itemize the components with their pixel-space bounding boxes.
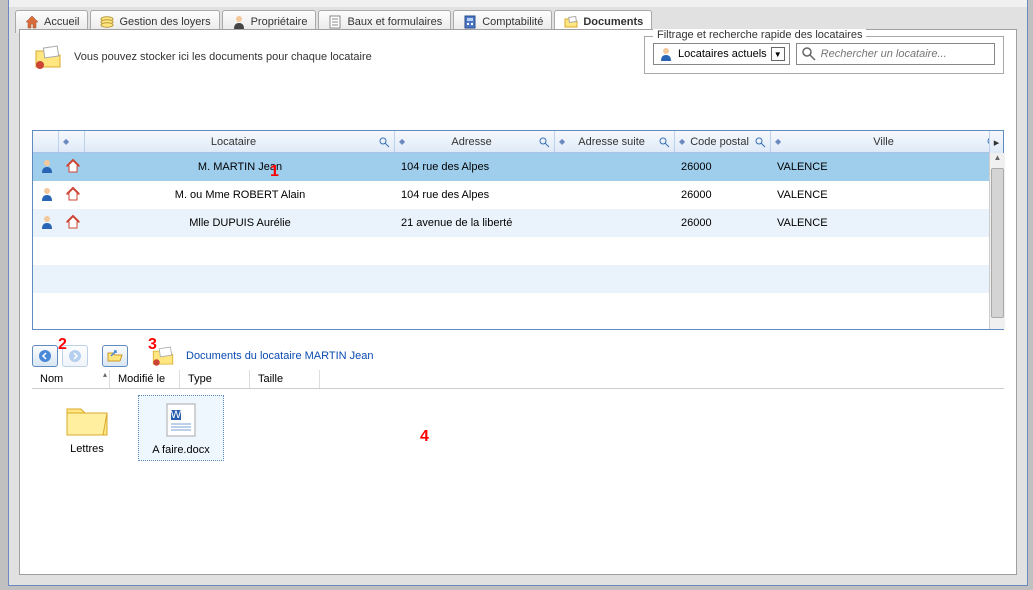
- chevron-down-icon: ▼: [771, 47, 785, 61]
- folder-docs-icon: [32, 41, 64, 73]
- file-item-docx[interactable]: W A faire.docx: [138, 395, 224, 461]
- arrow-left-icon: [37, 348, 53, 364]
- folder-icon: [63, 399, 111, 439]
- col-icon2[interactable]: ◆: [59, 131, 85, 152]
- search-box[interactable]: [796, 43, 995, 65]
- search-icon[interactable]: [538, 136, 550, 148]
- search-icon[interactable]: [378, 136, 390, 148]
- scroll-up-icon[interactable]: ▲: [990, 153, 1005, 167]
- tab-label: Gestion des loyers: [119, 16, 210, 28]
- filter-title: Filtrage et recherche rapide des locatai…: [653, 29, 866, 41]
- arrow-right-icon: [67, 348, 83, 364]
- search-icon[interactable]: [658, 136, 670, 148]
- table-row[interactable]: M. ou Mme ROBERT Alain 104 rue des Alpes…: [33, 181, 1003, 209]
- home-icon: [24, 14, 40, 30]
- menubar: [9, 0, 1027, 7]
- info-left: Vous pouvez stocker ici les documents po…: [32, 40, 372, 74]
- table-row-empty: [33, 265, 1003, 293]
- col-type[interactable]: Type: [180, 370, 250, 388]
- user-icon: [39, 158, 55, 174]
- col-modifie[interactable]: Modifié le: [110, 370, 180, 388]
- col-nom[interactable]: Nom: [32, 370, 110, 388]
- filter-dropdown[interactable]: Locataires actuels ▼: [653, 43, 790, 65]
- content-pane: Vous pouvez stocker ici les documents po…: [19, 29, 1017, 575]
- search-icon[interactable]: [754, 136, 766, 148]
- file-item-label: Lettres: [48, 443, 126, 455]
- search-input[interactable]: [821, 48, 990, 60]
- tab-label: Documents: [583, 16, 643, 28]
- col-adresse[interactable]: ◆Adresse: [395, 131, 555, 152]
- col-locataire[interactable]: Locataire: [85, 131, 395, 152]
- user-icon: [39, 214, 55, 230]
- open-folder-icon: [106, 348, 124, 364]
- dropdown-value: Locataires actuels: [678, 48, 767, 60]
- grid-header: ◆ Locataire ◆Adresse ◆Adresse suite ◆Cod…: [33, 131, 1003, 153]
- folder-docs-icon: [150, 343, 176, 369]
- filter-box: Filtrage et recherche rapide des locatai…: [644, 36, 1004, 74]
- house-icon: [65, 186, 81, 202]
- scroll-thumb[interactable]: [991, 168, 1004, 318]
- svg-text:W: W: [171, 409, 182, 421]
- columns-more-icon[interactable]: ▸: [989, 131, 1003, 153]
- table-row[interactable]: M. MARTIN Jean 104 rue des Alpes 26000 V…: [33, 153, 1003, 181]
- file-area[interactable]: Lettres W A faire.docx: [32, 389, 1004, 569]
- table-row[interactable]: Mlle DUPUIS Aurélie 21 avenue de la libe…: [33, 209, 1003, 237]
- nav-back-button[interactable]: [32, 345, 58, 367]
- house-icon: [65, 158, 81, 174]
- owner-icon: [231, 14, 247, 30]
- search-icon: [801, 46, 817, 62]
- nav-forward-button[interactable]: [62, 345, 88, 367]
- nav-row: Documents du locataire MARTIN Jean: [32, 342, 1004, 370]
- documents-pane: Documents du locataire MARTIN Jean Nom M…: [32, 342, 1004, 568]
- form-icon: [327, 14, 343, 30]
- open-folder-button[interactable]: [102, 345, 128, 367]
- col-taille[interactable]: Taille: [250, 370, 320, 388]
- info-text: Vous pouvez stocker ici les documents po…: [74, 50, 372, 64]
- file-list-header: Nom Modifié le Type Taille: [32, 370, 1004, 389]
- tab-label: Baux et formulaires: [347, 16, 442, 28]
- file-item-label: A faire.docx: [143, 444, 219, 456]
- money-icon: [99, 14, 115, 30]
- user-icon: [39, 186, 55, 202]
- top-info-row: Vous pouvez stocker ici les documents po…: [20, 30, 1016, 78]
- tab-label: Accueil: [44, 16, 79, 28]
- col-code-postal[interactable]: ◆Code postal: [675, 131, 771, 152]
- file-item-folder[interactable]: Lettres: [44, 395, 130, 459]
- word-doc-icon: W: [157, 400, 205, 440]
- app-window: Accueil Gestion des loyers Propriétaire …: [8, 0, 1028, 586]
- documents-path-title: Documents du locataire MARTIN Jean: [186, 350, 374, 362]
- documents-icon: [563, 14, 579, 30]
- table-row-empty: [33, 237, 1003, 265]
- user-icon: [658, 46, 674, 62]
- col-ville[interactable]: ◆Ville: [771, 131, 1003, 152]
- col-adresse-suite[interactable]: ◆Adresse suite: [555, 131, 675, 152]
- calc-icon: [462, 14, 478, 30]
- col-icon1[interactable]: [33, 131, 59, 152]
- tenants-grid: ◆ Locataire ◆Adresse ◆Adresse suite ◆Cod…: [32, 130, 1004, 330]
- scrollbar-vertical[interactable]: ▲: [989, 153, 1005, 329]
- house-icon: [65, 214, 81, 230]
- tab-label: Propriétaire: [251, 16, 308, 28]
- table-row-empty: [33, 293, 1003, 321]
- tab-label: Comptabilité: [482, 16, 543, 28]
- grid-body: M. MARTIN Jean 104 rue des Alpes 26000 V…: [33, 153, 1003, 329]
